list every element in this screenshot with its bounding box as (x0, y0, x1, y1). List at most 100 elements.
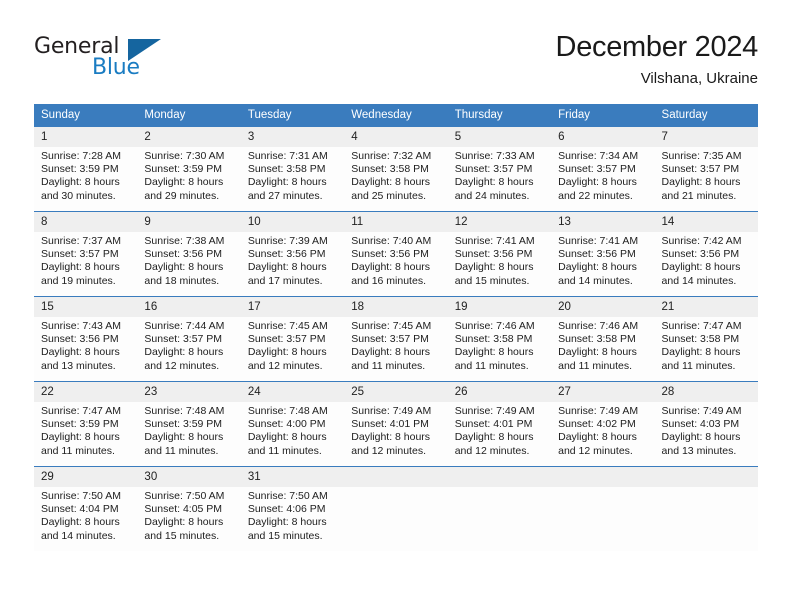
sunset-text: Sunset: 3:56 PM (247, 248, 326, 261)
sunrise-text: Sunrise: 7:30 AM (144, 150, 225, 162)
day-cell[interactable]: 15 Sunrise: 7:43 AM Sunset: 3:56 PM Dayl… (34, 296, 138, 382)
daylight-text-line1: Daylight: 8 hours (351, 261, 431, 274)
day-cell[interactable]: 19 Sunrise: 7:46 AM Sunset: 3:58 PM Dayl… (447, 296, 552, 382)
daylight-text-line2: and 21 minutes. (661, 189, 737, 202)
daylight-text-line1: Daylight: 8 hours (454, 176, 534, 189)
daylight-text-line1: Daylight: 8 hours (247, 176, 327, 189)
sunset-text: Sunset: 3:57 PM (144, 333, 223, 346)
page-title: December 2024 (555, 31, 759, 63)
daylight-text-line1: Daylight: 8 hours (661, 346, 741, 359)
day-cell[interactable]: 5 Sunrise: 7:33 AM Sunset: 3:57 PM Dayli… (447, 126, 552, 212)
daylight-text-line1: Daylight: 8 hours (558, 261, 637, 274)
sunrise-text: Sunrise: 7:44 AM (144, 320, 225, 332)
sunset-text: Sunset: 4:01 PM (454, 418, 533, 431)
sunrise-text: Sunrise: 7:45 AM (247, 320, 328, 332)
daylight-text-line1: Daylight: 8 hours (144, 176, 224, 189)
day-cell[interactable]: 23 Sunrise: 7:48 AM Sunset: 3:59 PM Dayl… (137, 381, 241, 467)
day-cell-empty (654, 466, 758, 551)
day-cell[interactable]: 1 Sunrise: 7:28 AM Sunset: 3:59 PM Dayli… (34, 126, 138, 212)
day-cell[interactable]: 20 Sunrise: 7:46 AM Sunset: 3:58 PM Dayl… (551, 296, 655, 382)
day-cell[interactable]: 13 Sunrise: 7:41 AM Sunset: 3:56 PM Dayl… (551, 211, 655, 297)
weekday-header-friday: Friday (551, 104, 655, 127)
day-cell[interactable]: 18 Sunrise: 7:45 AM Sunset: 3:57 PM Dayl… (344, 296, 448, 382)
day-number: 24 (240, 382, 345, 402)
day-number: 7 (654, 127, 758, 147)
day-cell[interactable]: 11 Sunrise: 7:40 AM Sunset: 3:56 PM Dayl… (344, 211, 448, 297)
day-cell[interactable]: 31 Sunrise: 7:50 AM Sunset: 4:06 PM Dayl… (240, 466, 345, 551)
daylight-text-line2: and 15 minutes. (247, 529, 323, 542)
day-cell[interactable]: 27 Sunrise: 7:49 AM Sunset: 4:02 PM Dayl… (551, 381, 655, 467)
day-cell-empty (447, 466, 552, 551)
sunrise-text: Sunrise: 7:38 AM (144, 235, 225, 247)
weekday-header-wednesday: Wednesday (344, 104, 448, 127)
day-cell[interactable]: 3 Sunrise: 7:31 AM Sunset: 3:58 PM Dayli… (240, 126, 345, 212)
day-number: 27 (551, 382, 655, 402)
sunset-text: Sunset: 4:04 PM (41, 503, 119, 516)
day-cell[interactable]: 30 Sunrise: 7:50 AM Sunset: 4:05 PM Dayl… (137, 466, 241, 551)
day-details: Sunrise: 7:46 AM Sunset: 3:58 PM Dayligh… (448, 317, 551, 373)
day-cell[interactable]: 2 Sunrise: 7:30 AM Sunset: 3:59 PM Dayli… (137, 126, 241, 212)
day-number: 25 (344, 382, 448, 402)
day-cell[interactable]: 7 Sunrise: 7:35 AM Sunset: 3:57 PM Dayli… (654, 126, 758, 212)
daylight-text-line2: and 30 minutes. (41, 189, 116, 202)
day-cell[interactable]: 21 Sunrise: 7:47 AM Sunset: 3:58 PM Dayl… (654, 296, 758, 382)
page-header: General Blue December 2024 Vilshana, Ukr… (0, 0, 792, 100)
day-cell[interactable]: 26 Sunrise: 7:49 AM Sunset: 4:01 PM Dayl… (447, 381, 552, 467)
day-cell[interactable]: 17 Sunrise: 7:45 AM Sunset: 3:57 PM Dayl… (240, 296, 345, 382)
daylight-text-line2: and 12 minutes. (558, 444, 633, 457)
day-cell[interactable]: 8 Sunrise: 7:37 AM Sunset: 3:57 PM Dayli… (34, 211, 138, 297)
day-details: Sunrise: 7:49 AM Sunset: 4:01 PM Dayligh… (344, 402, 447, 458)
sunset-text: Sunset: 3:57 PM (661, 163, 740, 176)
day-number: 13 (551, 212, 655, 232)
day-cell[interactable]: 14 Sunrise: 7:42 AM Sunset: 3:56 PM Dayl… (654, 211, 758, 297)
day-number: 5 (447, 127, 552, 147)
sunrise-text: Sunrise: 7:39 AM (247, 235, 328, 247)
day-cell[interactable]: 25 Sunrise: 7:49 AM Sunset: 4:01 PM Dayl… (344, 381, 448, 467)
day-number: 15 (34, 297, 138, 317)
sunset-text: Sunset: 3:58 PM (661, 333, 740, 346)
daylight-text-line1: Daylight: 8 hours (144, 261, 224, 274)
day-details: Sunrise: 7:48 AM Sunset: 4:00 PM Dayligh… (241, 402, 344, 458)
day-cell[interactable]: 16 Sunrise: 7:44 AM Sunset: 3:57 PM Dayl… (137, 296, 241, 382)
sunset-text: Sunset: 3:57 PM (41, 248, 119, 261)
daylight-text-line1: Daylight: 8 hours (41, 176, 120, 189)
daylight-text-line2: and 15 minutes. (454, 274, 530, 287)
day-number (447, 467, 552, 487)
sunset-text: Sunset: 3:57 PM (247, 333, 326, 346)
calendar-body: 1 Sunrise: 7:28 AM Sunset: 3:59 PM Dayli… (34, 126, 758, 551)
day-cell[interactable]: 29 Sunrise: 7:50 AM Sunset: 4:04 PM Dayl… (34, 466, 138, 551)
daylight-text-line2: and 11 minutes. (144, 444, 219, 457)
day-number: 23 (137, 382, 241, 402)
daylight-text-line1: Daylight: 8 hours (558, 176, 637, 189)
sunrise-text: Sunrise: 7:42 AM (661, 235, 742, 247)
day-number: 28 (654, 382, 758, 402)
day-cell[interactable]: 6 Sunrise: 7:34 AM Sunset: 3:57 PM Dayli… (551, 126, 655, 212)
daylight-text-line2: and 12 minutes. (454, 444, 530, 457)
daylight-text-line2: and 12 minutes. (144, 359, 220, 372)
day-details: Sunrise: 7:37 AM Sunset: 3:57 PM Dayligh… (34, 232, 137, 288)
day-cell[interactable]: 12 Sunrise: 7:41 AM Sunset: 3:56 PM Dayl… (447, 211, 552, 297)
daylight-text-line1: Daylight: 8 hours (247, 431, 327, 444)
day-cell[interactable]: 4 Sunrise: 7:32 AM Sunset: 3:58 PM Dayli… (344, 126, 448, 212)
day-cell[interactable]: 24 Sunrise: 7:48 AM Sunset: 4:00 PM Dayl… (240, 381, 345, 467)
sunrise-text: Sunrise: 7:37 AM (41, 235, 121, 247)
day-number: 31 (240, 467, 345, 487)
weekday-header-tuesday: Tuesday (240, 104, 345, 127)
day-cell[interactable]: 22 Sunrise: 7:47 AM Sunset: 3:59 PM Dayl… (34, 381, 138, 467)
daylight-text-line2: and 11 minutes. (661, 359, 736, 372)
day-details (448, 487, 551, 490)
day-cell[interactable]: 9 Sunrise: 7:38 AM Sunset: 3:56 PM Dayli… (137, 211, 241, 297)
day-cell-empty (344, 466, 448, 551)
day-details: Sunrise: 7:45 AM Sunset: 3:57 PM Dayligh… (241, 317, 344, 373)
general-blue-logo[interactable]: General Blue (34, 34, 214, 86)
daylight-text-line1: Daylight: 8 hours (661, 431, 741, 444)
day-cell[interactable]: 28 Sunrise: 7:49 AM Sunset: 4:03 PM Dayl… (654, 381, 758, 467)
day-cell-empty (551, 466, 655, 551)
sunrise-text: Sunrise: 7:40 AM (351, 235, 432, 247)
day-cell[interactable]: 10 Sunrise: 7:39 AM Sunset: 3:56 PM Dayl… (240, 211, 345, 297)
day-number (344, 467, 448, 487)
sunset-text: Sunset: 4:01 PM (351, 418, 429, 431)
sunset-text: Sunset: 3:58 PM (351, 163, 429, 176)
day-number: 14 (654, 212, 758, 232)
day-details: Sunrise: 7:28 AM Sunset: 3:59 PM Dayligh… (34, 147, 137, 203)
